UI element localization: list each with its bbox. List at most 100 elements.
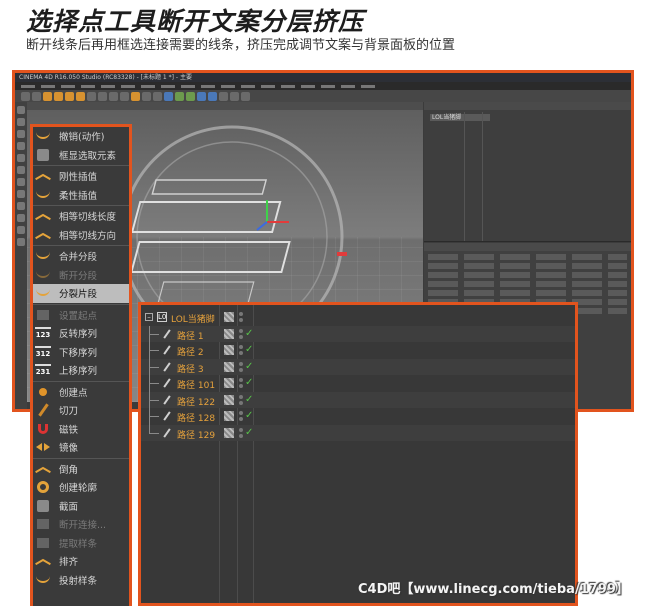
menu-item-hard-interpolation[interactable]: 刚性插值 [33,167,129,186]
spline-icon [161,410,173,422]
visibility-dots-icon[interactable] [239,361,243,372]
mode-icon[interactable] [17,106,25,114]
soft-interpolation-icon [35,187,51,203]
menu-item-label: 断开连接... [59,520,107,532]
menu-item-mirror[interactable]: 镜像 [33,438,129,457]
mode-icon[interactable] [17,142,25,150]
camera-icon[interactable] [230,91,239,101]
visibility-dots-icon[interactable] [239,411,243,421]
menu-item-create-point[interactable]: 创建点 [33,383,129,402]
object-name[interactable]: 路径 2 [177,345,204,358]
object-row[interactable]: 路径 128 ✓ [141,408,575,425]
visibility-dots-icon[interactable] [239,378,243,388]
menu-item-soft-interpolation[interactable]: 柔性插值 [33,186,129,205]
menu-item-move-up-sequence[interactable]: 231 上移序列 [33,361,129,380]
layer-tag-icon [224,328,234,339]
enabled-check-icon[interactable]: ✓ [245,344,253,355]
attribute-row[interactable] [428,272,627,278]
visibility-dots-icon[interactable] [239,394,243,405]
nurbs-icon[interactable] [186,91,195,101]
object-name[interactable]: LOL当猪脚 [171,312,215,325]
attribute-row[interactable] [428,254,627,260]
object-name[interactable]: 路径 128 [177,411,215,424]
mode-icon[interactable] [17,238,25,246]
enabled-check-icon[interactable]: ✓ [245,377,253,388]
object-row[interactable]: 路径 122 ✓ [141,391,575,408]
mode-icon[interactable] [17,214,25,222]
coordinate-icon[interactable] [120,91,129,101]
render-icon[interactable] [131,91,140,101]
attribute-row[interactable] [428,281,627,287]
axis-y-icon[interactable] [98,91,107,101]
object-row[interactable]: 路径 2 ✓ [141,342,575,359]
enabled-check-icon[interactable]: ✓ [245,361,253,372]
menu-item-frame-selection[interactable]: 框显选取元素 [33,146,129,165]
object-row[interactable]: 路径 1 ✓ [141,325,575,342]
menu-item-knife[interactable]: 切刀 [33,401,129,420]
mode-icon[interactable] [17,154,25,162]
mode-icon[interactable] [17,130,25,138]
object-name[interactable]: 路径 3 [177,362,204,375]
select-icon[interactable] [43,91,52,101]
object-name[interactable]: 路径 1 [177,329,204,342]
array-icon[interactable] [197,91,206,101]
menu-item-cross-section[interactable]: 截面 [33,497,129,516]
menu-item-undo[interactable]: 撤销(动作) [33,127,129,146]
light-icon[interactable] [241,91,250,101]
menu-item-chamfer[interactable]: 倒角 [33,460,129,479]
enabled-check-icon[interactable]: ✓ [245,410,253,421]
scene-icon[interactable] [219,91,228,101]
enabled-check-icon[interactable]: ✓ [245,394,253,405]
object-row-root[interactable]: – L0 LOL当猪脚 [141,309,575,326]
object-row[interactable]: 路径 3 ✓ [141,358,575,375]
collapse-toggle-icon[interactable]: – [145,313,153,321]
axis-x-icon[interactable] [87,91,96,101]
render-settings-icon[interactable] [153,91,162,101]
menu-item-equal-tangent-length[interactable]: 相等切线长度 [33,207,129,226]
visibility-dots-icon[interactable] [239,427,243,438]
mode-icon[interactable] [17,226,25,234]
mode-icon[interactable] [17,166,25,174]
object-manager-item[interactable]: LOL当猪脚 [430,114,490,121]
undo-icon[interactable] [21,91,30,101]
cube-icon[interactable] [164,91,173,101]
menu-item-join-segment[interactable]: 合并分段 [33,247,129,266]
tree-connector [149,383,159,384]
rotate-icon[interactable] [76,91,85,101]
object-row[interactable]: 路径 101 ✓ [141,375,575,392]
move-icon[interactable] [54,91,63,101]
object-name[interactable]: 路径 101 [177,378,215,391]
attribute-row[interactable] [428,263,627,269]
menu-item-move-down-sequence[interactable]: 312 下移序列 [33,343,129,362]
mode-icon[interactable] [17,190,25,198]
enabled-check-icon[interactable]: ✓ [245,427,253,438]
mode-icon[interactable] [17,178,25,186]
spline-pen-icon[interactable] [175,91,184,101]
enabled-check-icon[interactable]: ✓ [245,328,253,339]
menu-item-explode-segments[interactable]: 分裂片段 [33,284,129,303]
deformer-icon[interactable] [208,91,217,101]
object-name[interactable]: 路径 122 [177,395,215,408]
axis-z-icon[interactable] [109,91,118,101]
mode-icon[interactable] [17,202,25,210]
scale-icon[interactable] [65,91,74,101]
menu-item-reverse-sequence[interactable]: 123 反转序列 [33,324,129,343]
mode-icon[interactable] [17,118,25,126]
visibility-dots-icon[interactable] [239,312,243,322]
attribute-row[interactable] [428,290,627,296]
render-view-icon[interactable] [142,91,151,101]
tree-connector [149,416,159,417]
visibility-dots-icon[interactable] [239,345,243,355]
menu-item-project-spline[interactable]: 投射样条 [33,571,129,590]
object-row[interactable]: 路径 129 ✓ [141,424,575,441]
menu-item-equal-tangent-direction[interactable]: 相等切线方向 [33,226,129,245]
cross-section-icon [35,498,51,514]
visibility-dots-icon[interactable] [239,328,243,339]
menu-item-label: 刚性插值 [59,172,98,184]
menu-item-magnet[interactable]: 磁铁 [33,420,129,439]
menu-item-create-outline[interactable]: 创建轮廓 [33,478,129,497]
object-name[interactable]: 路径 129 [177,428,215,441]
menu-item-label: 相等切线方向 [59,230,117,242]
redo-icon[interactable] [32,91,41,101]
menu-item-line-up[interactable]: 排齐 [33,552,129,571]
